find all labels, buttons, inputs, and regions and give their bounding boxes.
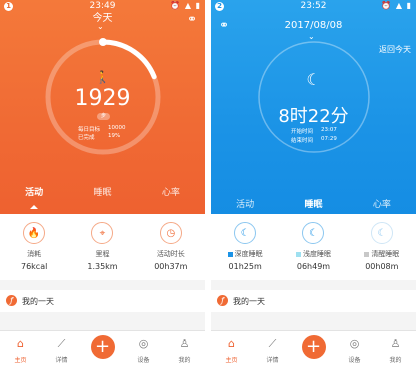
tab-activity[interactable]: 活动 bbox=[0, 186, 68, 212]
tab-sleep[interactable]: 睡眠 bbox=[68, 186, 136, 212]
sleep-hero: 2 23:52 ⏰ ▲ ▮ ⚭ 2017/08/08 ⌄ 返回今天 ☾ 8时22… bbox=[211, 0, 416, 221]
activity-screen: 1 23:49 ⏰ ▲ ▮ 今天 ⌄ ⚭ 🚶 1929 步 每日目标 10000… bbox=[0, 0, 205, 386]
my-day-row[interactable]: ƒ 我的一天 bbox=[0, 290, 205, 312]
feather-icon: ƒ bbox=[217, 295, 228, 306]
date-title[interactable]: 2017/08/08 bbox=[211, 20, 416, 31]
goal-value: 10000 bbox=[108, 125, 126, 131]
status-bar: 2 23:52 ⏰ ▲ ▮ bbox=[211, 0, 416, 14]
link-icon[interactable]: ⚭ bbox=[187, 12, 197, 26]
chart-icon: ⟋ bbox=[268, 337, 277, 350]
home-icon: ⌂ bbox=[228, 337, 235, 350]
done-label: 已完成 bbox=[78, 135, 95, 141]
clock-icon: ◷ bbox=[159, 222, 182, 244]
legend-swatch bbox=[295, 251, 301, 257]
tabbar-me[interactable]: ♙ 我的 bbox=[375, 331, 416, 386]
goal-label: 每日目标 bbox=[78, 127, 101, 133]
flame-icon: 🔥 bbox=[23, 222, 46, 244]
screenshot: 1 23:49 ⏰ ▲ ▮ 今天 ⌄ ⚭ 🚶 1929 步 每日目标 10000… bbox=[0, 0, 418, 386]
stat-label: 深度睡眠 bbox=[234, 250, 263, 258]
steps-value: 1929 bbox=[74, 86, 131, 111]
tabbar-label: 我的 bbox=[389, 357, 402, 364]
tabbar-label: 详情 bbox=[266, 357, 279, 364]
chart-icon: ⟋ bbox=[57, 337, 66, 350]
bottom-tab-bar: ⌂ 主页 ⟋ 详情 + ◎ 设备 ♙ 我的 bbox=[211, 330, 416, 386]
tabbar-device[interactable]: ◎ 设备 bbox=[334, 331, 375, 386]
moon-icon: ☾ bbox=[302, 222, 325, 244]
stat-light-sleep[interactable]: ☾ 浅度睡眠 06h49m bbox=[279, 214, 347, 280]
feather-icon: ƒ bbox=[6, 295, 17, 306]
stat-label: 消耗 bbox=[27, 250, 42, 258]
stat-value: 00h08m bbox=[365, 262, 399, 271]
tabbar-label: 详情 bbox=[55, 357, 68, 364]
end-value: 07:29 bbox=[321, 136, 337, 142]
stat-label: 清醒睡眠 bbox=[371, 250, 400, 258]
activity-stats: 🔥 消耗 76kcal ⌖ 里程 1.35km ◷ 活动时长 00h37m bbox=[0, 214, 205, 280]
done-value: 19% bbox=[108, 133, 121, 139]
start-label: 开始时间 bbox=[291, 129, 314, 135]
tabbar-label: 我的 bbox=[178, 357, 191, 364]
stat-deep-sleep[interactable]: ☾ 深度睡眠 01h25m bbox=[211, 214, 279, 280]
home-icon: ⌂ bbox=[17, 337, 24, 350]
progress-knob bbox=[99, 38, 107, 46]
tabbar-label: 设备 bbox=[348, 357, 361, 364]
sleep-stats: ☾ 深度睡眠 01h25m ☾ 浅度睡眠 06h49m ☾ 清醒睡眠 00h08… bbox=[211, 214, 416, 280]
bottom-tab-bar: ⌂ 主页 ⟋ 详情 + ◎ 设备 ♙ 我的 bbox=[0, 330, 205, 386]
stat-value: 00h37m bbox=[154, 262, 188, 271]
start-value: 23:07 bbox=[321, 127, 337, 133]
stat-label: 里程 bbox=[95, 250, 110, 258]
tabbar-label: 主页 bbox=[225, 357, 238, 364]
chevron-down-icon[interactable]: ⌄ bbox=[97, 22, 104, 31]
stat-label: 浅度睡眠 bbox=[302, 250, 331, 258]
moon-icon: ☾ bbox=[306, 70, 321, 89]
tabbar-details[interactable]: ⟋ 详情 bbox=[252, 331, 293, 386]
legend-swatch bbox=[364, 251, 370, 257]
moon-icon: ☾ bbox=[370, 222, 393, 244]
stat-distance[interactable]: ⌖ 里程 1.35km bbox=[68, 214, 136, 280]
tabbar-home[interactable]: ⌂ 主页 bbox=[211, 331, 252, 386]
person-icon: ♙ bbox=[390, 337, 401, 350]
status-icons: ⏰ ▲ ▮ bbox=[381, 1, 412, 10]
sleep-total: 8时22分 bbox=[278, 106, 349, 127]
person-icon: ♙ bbox=[179, 337, 190, 350]
stat-active-time[interactable]: ◷ 活动时长 00h37m bbox=[137, 214, 205, 280]
stat-awake[interactable]: ☾ 清醒睡眠 00h08m bbox=[348, 214, 416, 280]
compass-icon: ◎ bbox=[349, 337, 360, 350]
tab-heart-rate[interactable]: 心率 bbox=[137, 186, 205, 212]
back-today-button[interactable]: 返回今天 bbox=[379, 44, 411, 55]
stat-label-row: 深度睡眠 bbox=[211, 249, 279, 259]
stat-value: 01h25m bbox=[228, 262, 262, 271]
add-button[interactable]: + bbox=[90, 335, 115, 359]
tabbar-details[interactable]: ⟋ 详情 bbox=[41, 331, 82, 386]
stat-calories[interactable]: 🔥 消耗 76kcal bbox=[0, 214, 68, 280]
moon-icon: ☾ bbox=[234, 222, 257, 244]
category-tabs: 活动 睡眠 心率 bbox=[0, 186, 205, 212]
stat-value: 06h49m bbox=[296, 262, 331, 271]
location-pin-icon: ⌖ bbox=[91, 222, 114, 244]
stat-value: 76kcal bbox=[20, 262, 48, 271]
walk-icon: 🚶 bbox=[95, 70, 110, 84]
tabbar-me[interactable]: ♙ 我的 bbox=[164, 331, 205, 386]
tabbar-home[interactable]: ⌂ 主页 bbox=[0, 331, 41, 386]
my-day-label: 我的一天 bbox=[22, 297, 54, 306]
tabbar-label: 主页 bbox=[14, 357, 27, 364]
stat-label: 活动时长 bbox=[156, 250, 185, 258]
tabbar-label: 设备 bbox=[137, 357, 150, 364]
legend-swatch bbox=[227, 251, 233, 257]
end-label: 结束时间 bbox=[291, 138, 314, 144]
steps-unit-pill: 步 bbox=[97, 113, 110, 120]
tabbar-add[interactable]: + bbox=[82, 331, 123, 386]
tabbar-add[interactable]: + bbox=[293, 331, 334, 386]
my-day-row[interactable]: ƒ 我的一天 bbox=[211, 290, 416, 312]
sleep-ring bbox=[253, 36, 375, 158]
stat-label-row: 清醒睡眠 bbox=[348, 249, 416, 259]
compass-icon: ◎ bbox=[138, 337, 149, 350]
my-day-label: 我的一天 bbox=[233, 297, 265, 306]
stat-label-row: 浅度睡眠 bbox=[279, 249, 347, 259]
activity-hero: 1 23:49 ⏰ ▲ ▮ 今天 ⌄ ⚭ 🚶 1929 步 每日目标 10000… bbox=[0, 0, 205, 214]
stat-value: 1.35km bbox=[87, 262, 118, 271]
sleep-screen: 2 23:52 ⏰ ▲ ▮ ⚭ 2017/08/08 ⌄ 返回今天 ☾ 8时22… bbox=[211, 0, 416, 386]
add-button[interactable]: + bbox=[301, 335, 326, 359]
tabbar-device[interactable]: ◎ 设备 bbox=[123, 331, 164, 386]
